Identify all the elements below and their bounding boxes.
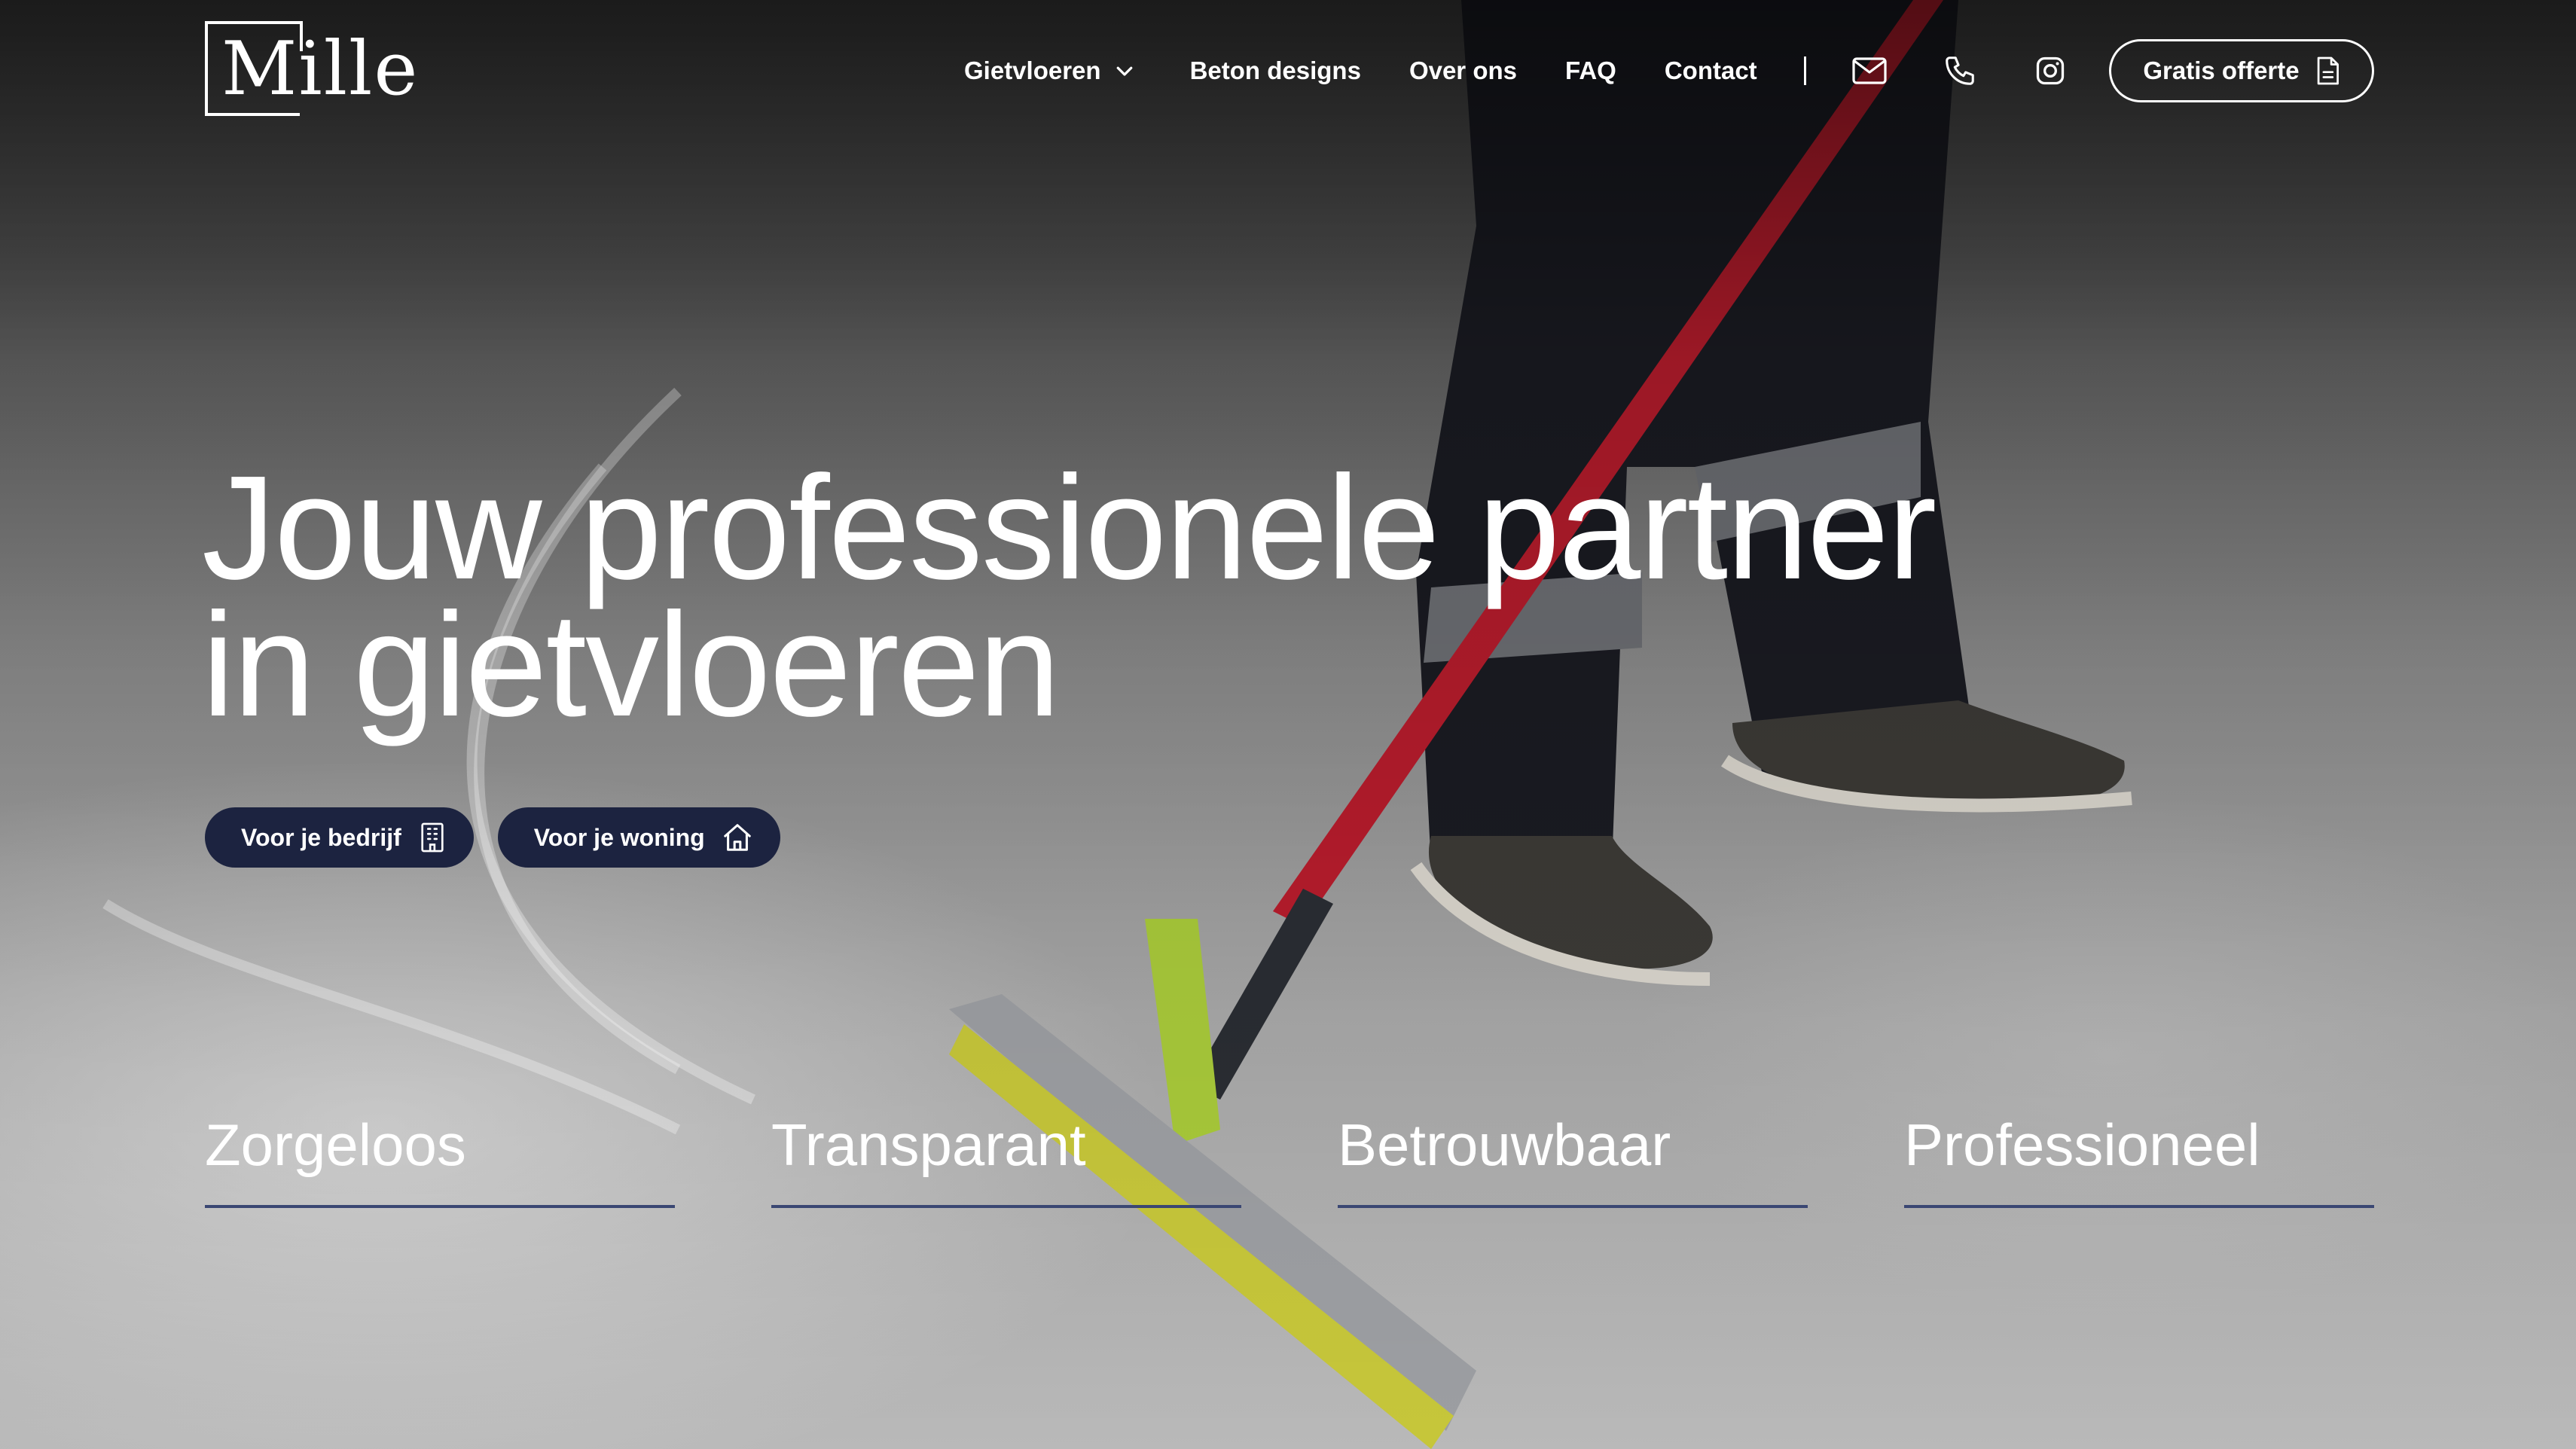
phone-icon[interactable] — [1940, 51, 1979, 90]
main-nav: Gietvloeren Beton designs Over ons FAQ C… — [964, 39, 2070, 102]
document-icon — [2317, 56, 2339, 85]
values-row: Zorgeloos Transparant Betrouwbaar Profes… — [205, 1107, 2374, 1208]
value-professioneel: Professioneel — [1904, 1107, 2374, 1208]
nav-item-beton-designs[interactable]: Beton designs — [1190, 56, 1361, 85]
logo[interactable]: Mille — [205, 21, 417, 117]
nav-item-over-ons[interactable]: Over ons — [1409, 56, 1517, 85]
mail-icon[interactable] — [1850, 51, 1889, 90]
building-icon — [421, 822, 444, 853]
voor-je-bedrijf-button[interactable]: Voor je bedrijf — [205, 807, 474, 868]
voor-je-woning-label: Voor je woning — [533, 823, 705, 851]
house-icon — [723, 824, 751, 851]
hero-title: Jouw professionele partner in gietvloere… — [202, 454, 2010, 739]
gratis-offerte-label: Gratis offerte — [2143, 56, 2300, 84]
nav-item-contact[interactable]: Contact — [1665, 56, 1757, 85]
hero-cta-row: Voor je bedrijf Voor je woning — [205, 807, 780, 868]
site-header: Mille Gietvloeren Beton designs Over ons… — [0, 0, 2576, 143]
instagram-icon[interactable] — [2031, 51, 2070, 90]
voor-je-bedrijf-label: Voor je bedrijf — [241, 823, 401, 851]
voor-je-woning-button[interactable]: Voor je woning — [497, 807, 780, 868]
value-transparant: Transparant — [771, 1107, 1241, 1208]
nav-divider — [1803, 56, 1806, 85]
value-zorgeloos: Zorgeloos — [205, 1107, 675, 1208]
value-betrouwbaar: Betrouwbaar — [1338, 1107, 1808, 1208]
nav-item-faq[interactable]: FAQ — [1565, 56, 1616, 85]
nav-label-gietvloeren: Gietvloeren — [964, 56, 1101, 84]
logo-text: Mille — [221, 26, 420, 112]
gratis-offerte-button[interactable]: Gratis offerte — [2109, 39, 2374, 102]
nav-item-gietvloeren[interactable]: Gietvloeren — [964, 56, 1136, 85]
hero-title-line2: in gietvloeren — [202, 582, 1061, 747]
chevron-down-icon — [1116, 66, 1132, 76]
